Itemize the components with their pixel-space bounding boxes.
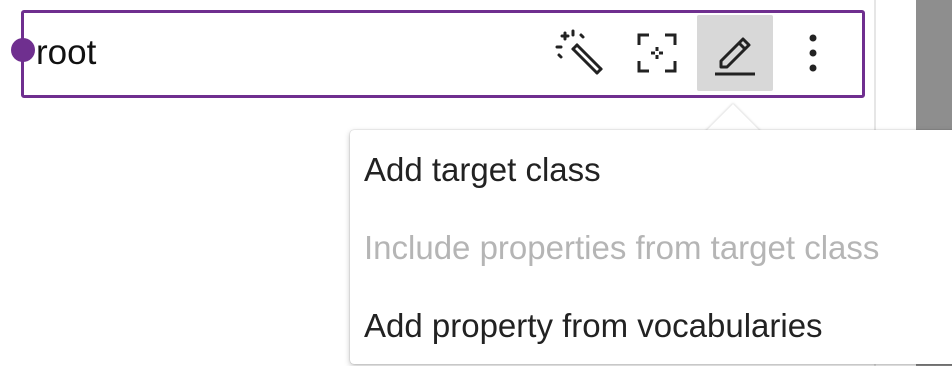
node-root[interactable]: root xyxy=(11,10,865,98)
node-connector-dot[interactable] xyxy=(11,38,35,62)
menu-item-include-properties: Include properties from target class xyxy=(364,229,880,266)
focus-select-icon xyxy=(633,29,681,77)
menu-pointer xyxy=(705,104,761,132)
more-options-button[interactable] xyxy=(775,15,851,91)
edit-button[interactable] xyxy=(697,15,773,91)
app-viewport: root Add target class Include properties… xyxy=(0,0,952,366)
focus-select-button[interactable] xyxy=(619,15,695,91)
menu-item-add-property[interactable]: Add property from vocabularies xyxy=(364,306,823,346)
more-vert-icon xyxy=(807,33,819,73)
node-label: root xyxy=(36,33,97,72)
menu-item-add-target-class[interactable]: Add target class xyxy=(364,150,601,190)
pencil-icon xyxy=(709,27,761,79)
magic-wand-button[interactable] xyxy=(541,15,617,91)
magic-wand-icon xyxy=(553,27,605,79)
edit-menu: Add target class Include properties from… xyxy=(350,130,952,364)
